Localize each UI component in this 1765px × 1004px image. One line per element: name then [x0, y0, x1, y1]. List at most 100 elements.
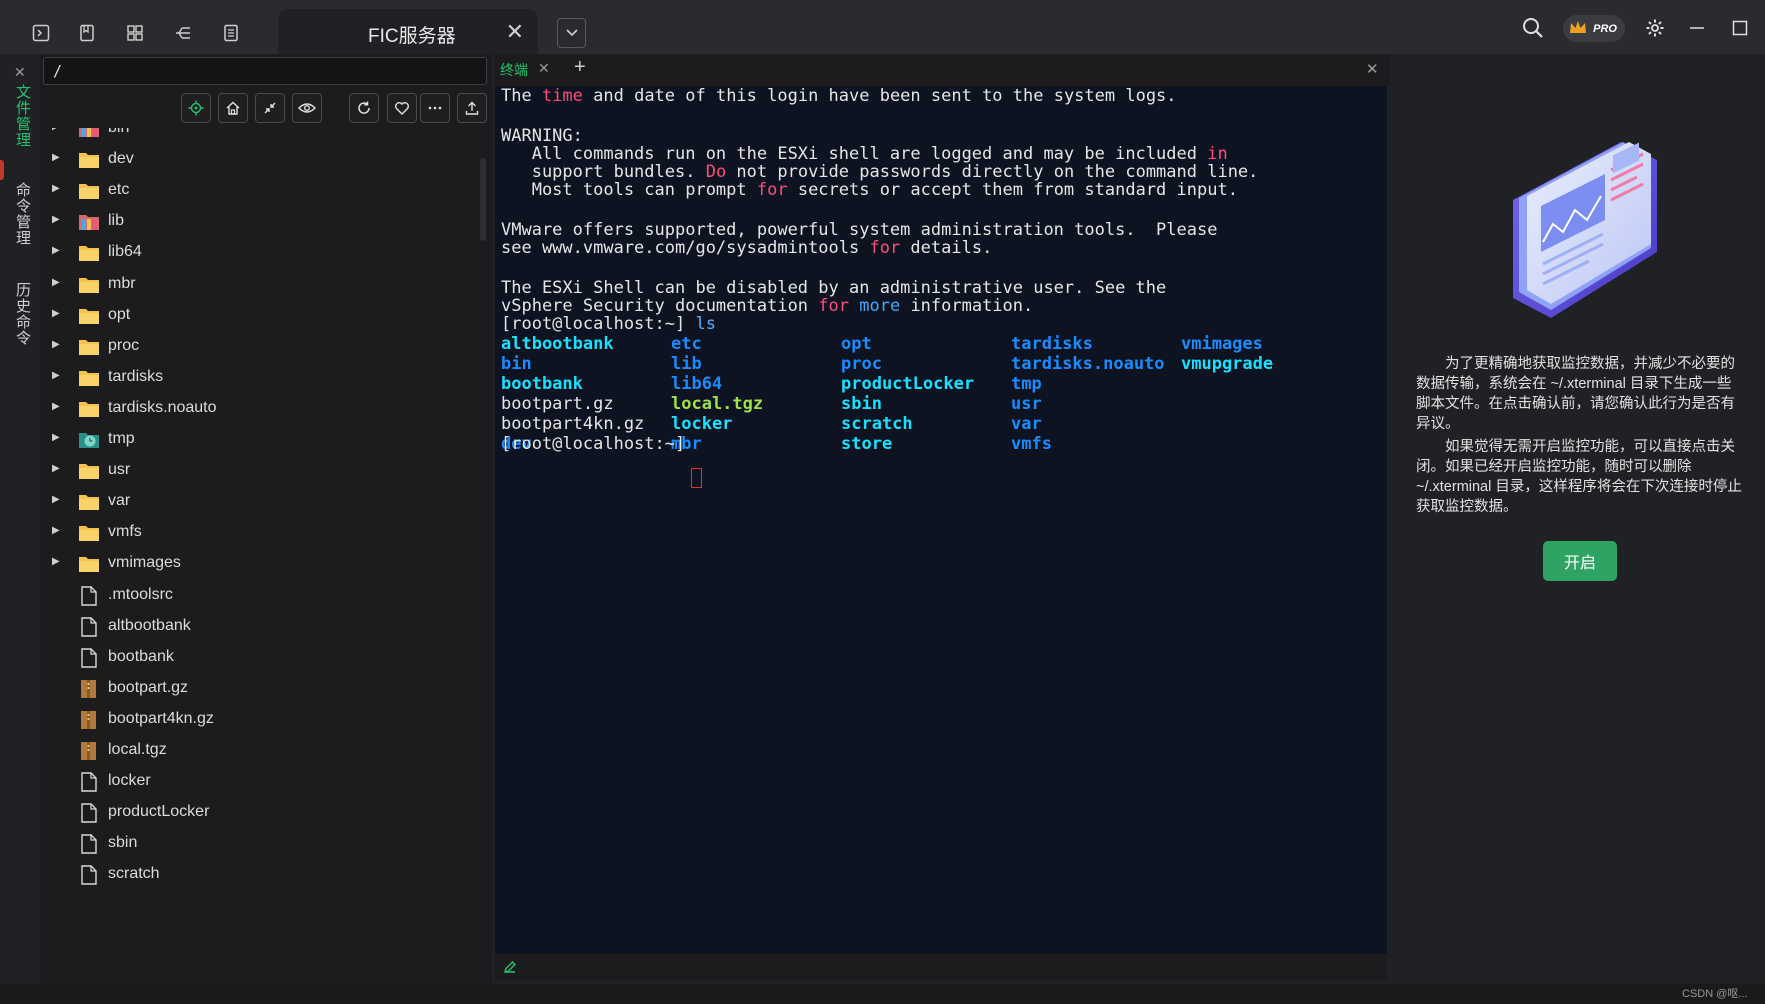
tab-file-manager[interactable]: 文件管理 — [12, 84, 33, 148]
terminal-line: All commands run on the ESXi shell are l… — [501, 144, 1228, 164]
expand-arrow-icon[interactable]: ▶ — [52, 152, 60, 163]
file-tree-item[interactable]: ▶ tardisks — [40, 360, 480, 395]
file-tree-item[interactable]: ▶ vmfs — [40, 515, 480, 550]
expand-arrow-icon[interactable]: ▶ — [52, 556, 60, 567]
gear-icon[interactable] — [1643, 14, 1667, 42]
heart-icon[interactable] — [387, 93, 417, 123]
tab-command-manager[interactable]: 命令管理 — [12, 182, 33, 246]
terminal-close-icon[interactable]: ✕ — [1366, 60, 1379, 78]
ls-entry: tardisks — [1011, 334, 1093, 354]
file-tree-item[interactable]: ▶ vmimages — [40, 546, 480, 581]
file-tree-scrollbar[interactable] — [480, 158, 486, 241]
layout-icon[interactable] — [122, 20, 148, 46]
file-tree-item[interactable]: locker — [40, 764, 480, 799]
expand-arrow-icon[interactable]: ▶ — [52, 525, 60, 536]
file-name: local.tgz — [108, 741, 167, 758]
file-tree-item[interactable]: ▶ lib64 — [40, 235, 480, 270]
expand-arrow-icon[interactable]: ▶ — [52, 308, 60, 319]
upload-icon[interactable] — [457, 93, 487, 123]
file-tree-item[interactable]: ▶ proc — [40, 329, 480, 364]
terminal-line: vSphere Security documentation for more … — [501, 296, 1034, 316]
minimize-icon[interactable] — [1685, 14, 1709, 42]
file-tree-item[interactable]: .mtoolsrc — [40, 578, 480, 613]
pro-badge[interactable]: PRO — [1563, 15, 1625, 42]
terminal-tab-close-icon[interactable]: ✕ — [538, 60, 550, 77]
tab-terminal[interactable]: 终端 — [500, 60, 528, 80]
maximize-icon[interactable] — [1728, 14, 1752, 42]
folder-icon — [78, 243, 100, 263]
ls-entry: lib — [671, 354, 702, 374]
expand-arrow-icon[interactable]: ▶ — [52, 277, 60, 288]
monitor-description-1: 为了更精确地获取监控数据，并减少不必要的数据传输，系统会在 ~/.xtermin… — [1416, 356, 1735, 432]
file-name: bin — [108, 128, 129, 137]
expand-arrow-icon[interactable]: ▶ — [52, 463, 60, 474]
tab-history[interactable]: 历史命令 — [12, 282, 33, 346]
file-tree-item[interactable]: ▶ dev — [40, 142, 480, 177]
expand-arrow-icon[interactable]: ▶ — [52, 339, 60, 350]
file-tree-item[interactable]: sbin — [40, 826, 480, 861]
expand-arrow-icon[interactable]: ▶ — [52, 245, 60, 256]
ls-entry: store — [841, 434, 893, 454]
list-icon[interactable] — [218, 20, 244, 46]
tab-close-icon[interactable]: ✕ — [506, 19, 524, 45]
file-name: dev — [108, 150, 134, 168]
file-tree-item[interactable]: ▶ usr — [40, 453, 480, 488]
ls-entry: productLocker — [841, 374, 975, 394]
rail-close-icon[interactable]: ✕ — [14, 64, 26, 81]
file-tree-item[interactable]: altbootbank — [40, 609, 480, 644]
expand-arrow-icon[interactable]: ▶ — [52, 128, 60, 132]
title-bar — [0, 0, 1765, 54]
search-icon[interactable] — [1520, 14, 1546, 42]
file-tree-item[interactable]: bootpart4kn.gz — [40, 702, 480, 737]
folder-icon — [78, 306, 100, 326]
branch-icon[interactable] — [170, 20, 196, 46]
file-tree-item[interactable]: local.tgz — [40, 733, 480, 768]
file-tree-item[interactable]: ▶ lib — [40, 204, 480, 239]
collapse-icon[interactable] — [255, 93, 285, 123]
file-tree-item[interactable]: bootbank — [40, 640, 480, 675]
ls-entry: bootpart.gz — [501, 394, 614, 414]
terminal-output[interactable]: The time and date of this login have bee… — [495, 86, 1387, 954]
more-icon[interactable] — [420, 93, 450, 123]
ls-entry: scratch — [841, 414, 913, 434]
expand-arrow-icon[interactable]: ▶ — [52, 401, 60, 412]
ls-entry: locker — [671, 414, 733, 434]
locate-icon[interactable] — [181, 93, 211, 123]
crown-icon — [1570, 21, 1586, 33]
file-tree-item[interactable]: productLocker — [40, 795, 480, 830]
file-tree-item[interactable]: ▶ var — [40, 484, 480, 519]
terminal-line: support bundles. Do not provide password… — [501, 162, 1259, 182]
ls-entry: tardisks.noauto — [1011, 354, 1165, 374]
add-tab-button[interactable]: + — [574, 56, 586, 79]
folder-icon — [78, 461, 100, 481]
terminal-icon[interactable] — [28, 20, 54, 46]
ls-entry: vmfs — [1011, 434, 1052, 454]
ls-entry: bootbank — [501, 374, 583, 394]
file-tree-item[interactable]: ▶ tardisks.noauto — [40, 391, 480, 426]
file-tree-item[interactable]: ▶ opt — [40, 298, 480, 333]
expand-arrow-icon[interactable]: ▶ — [52, 432, 60, 443]
file-name: var — [108, 492, 131, 510]
refresh-icon[interactable] — [349, 93, 379, 123]
file-tree-item[interactable]: ▶ mbr — [40, 267, 480, 302]
home-icon[interactable] — [218, 93, 248, 123]
pen-icon[interactable] — [503, 960, 517, 979]
expand-arrow-icon[interactable]: ▶ — [52, 370, 60, 381]
tab-server[interactable]: FIC服务器 ✕ — [278, 9, 538, 54]
enable-monitor-button[interactable]: 开启 — [1543, 541, 1617, 581]
eye-icon[interactable] — [292, 93, 322, 123]
pro-label: PRO — [1593, 22, 1617, 35]
file-tree-item[interactable]: bootpart.gz — [40, 671, 480, 706]
expand-arrow-icon[interactable]: ▶ — [52, 494, 60, 505]
expand-arrow-icon[interactable]: ▶ — [52, 183, 60, 194]
bookmark-icon[interactable] — [74, 20, 100, 46]
file-tree-item[interactable]: ▶ etc — [40, 173, 480, 208]
file-tree-item[interactable]: ▶ tmp — [40, 422, 480, 457]
terminal-line: VMware offers supported, powerful system… — [501, 220, 1218, 240]
folder-icon — [78, 399, 100, 419]
file-tree-item[interactable]: scratch — [40, 857, 480, 892]
tab-dropdown-button[interactable] — [557, 18, 586, 48]
path-input[interactable] — [43, 57, 487, 85]
ls-entry: etc — [671, 334, 702, 354]
expand-arrow-icon[interactable]: ▶ — [52, 214, 60, 225]
